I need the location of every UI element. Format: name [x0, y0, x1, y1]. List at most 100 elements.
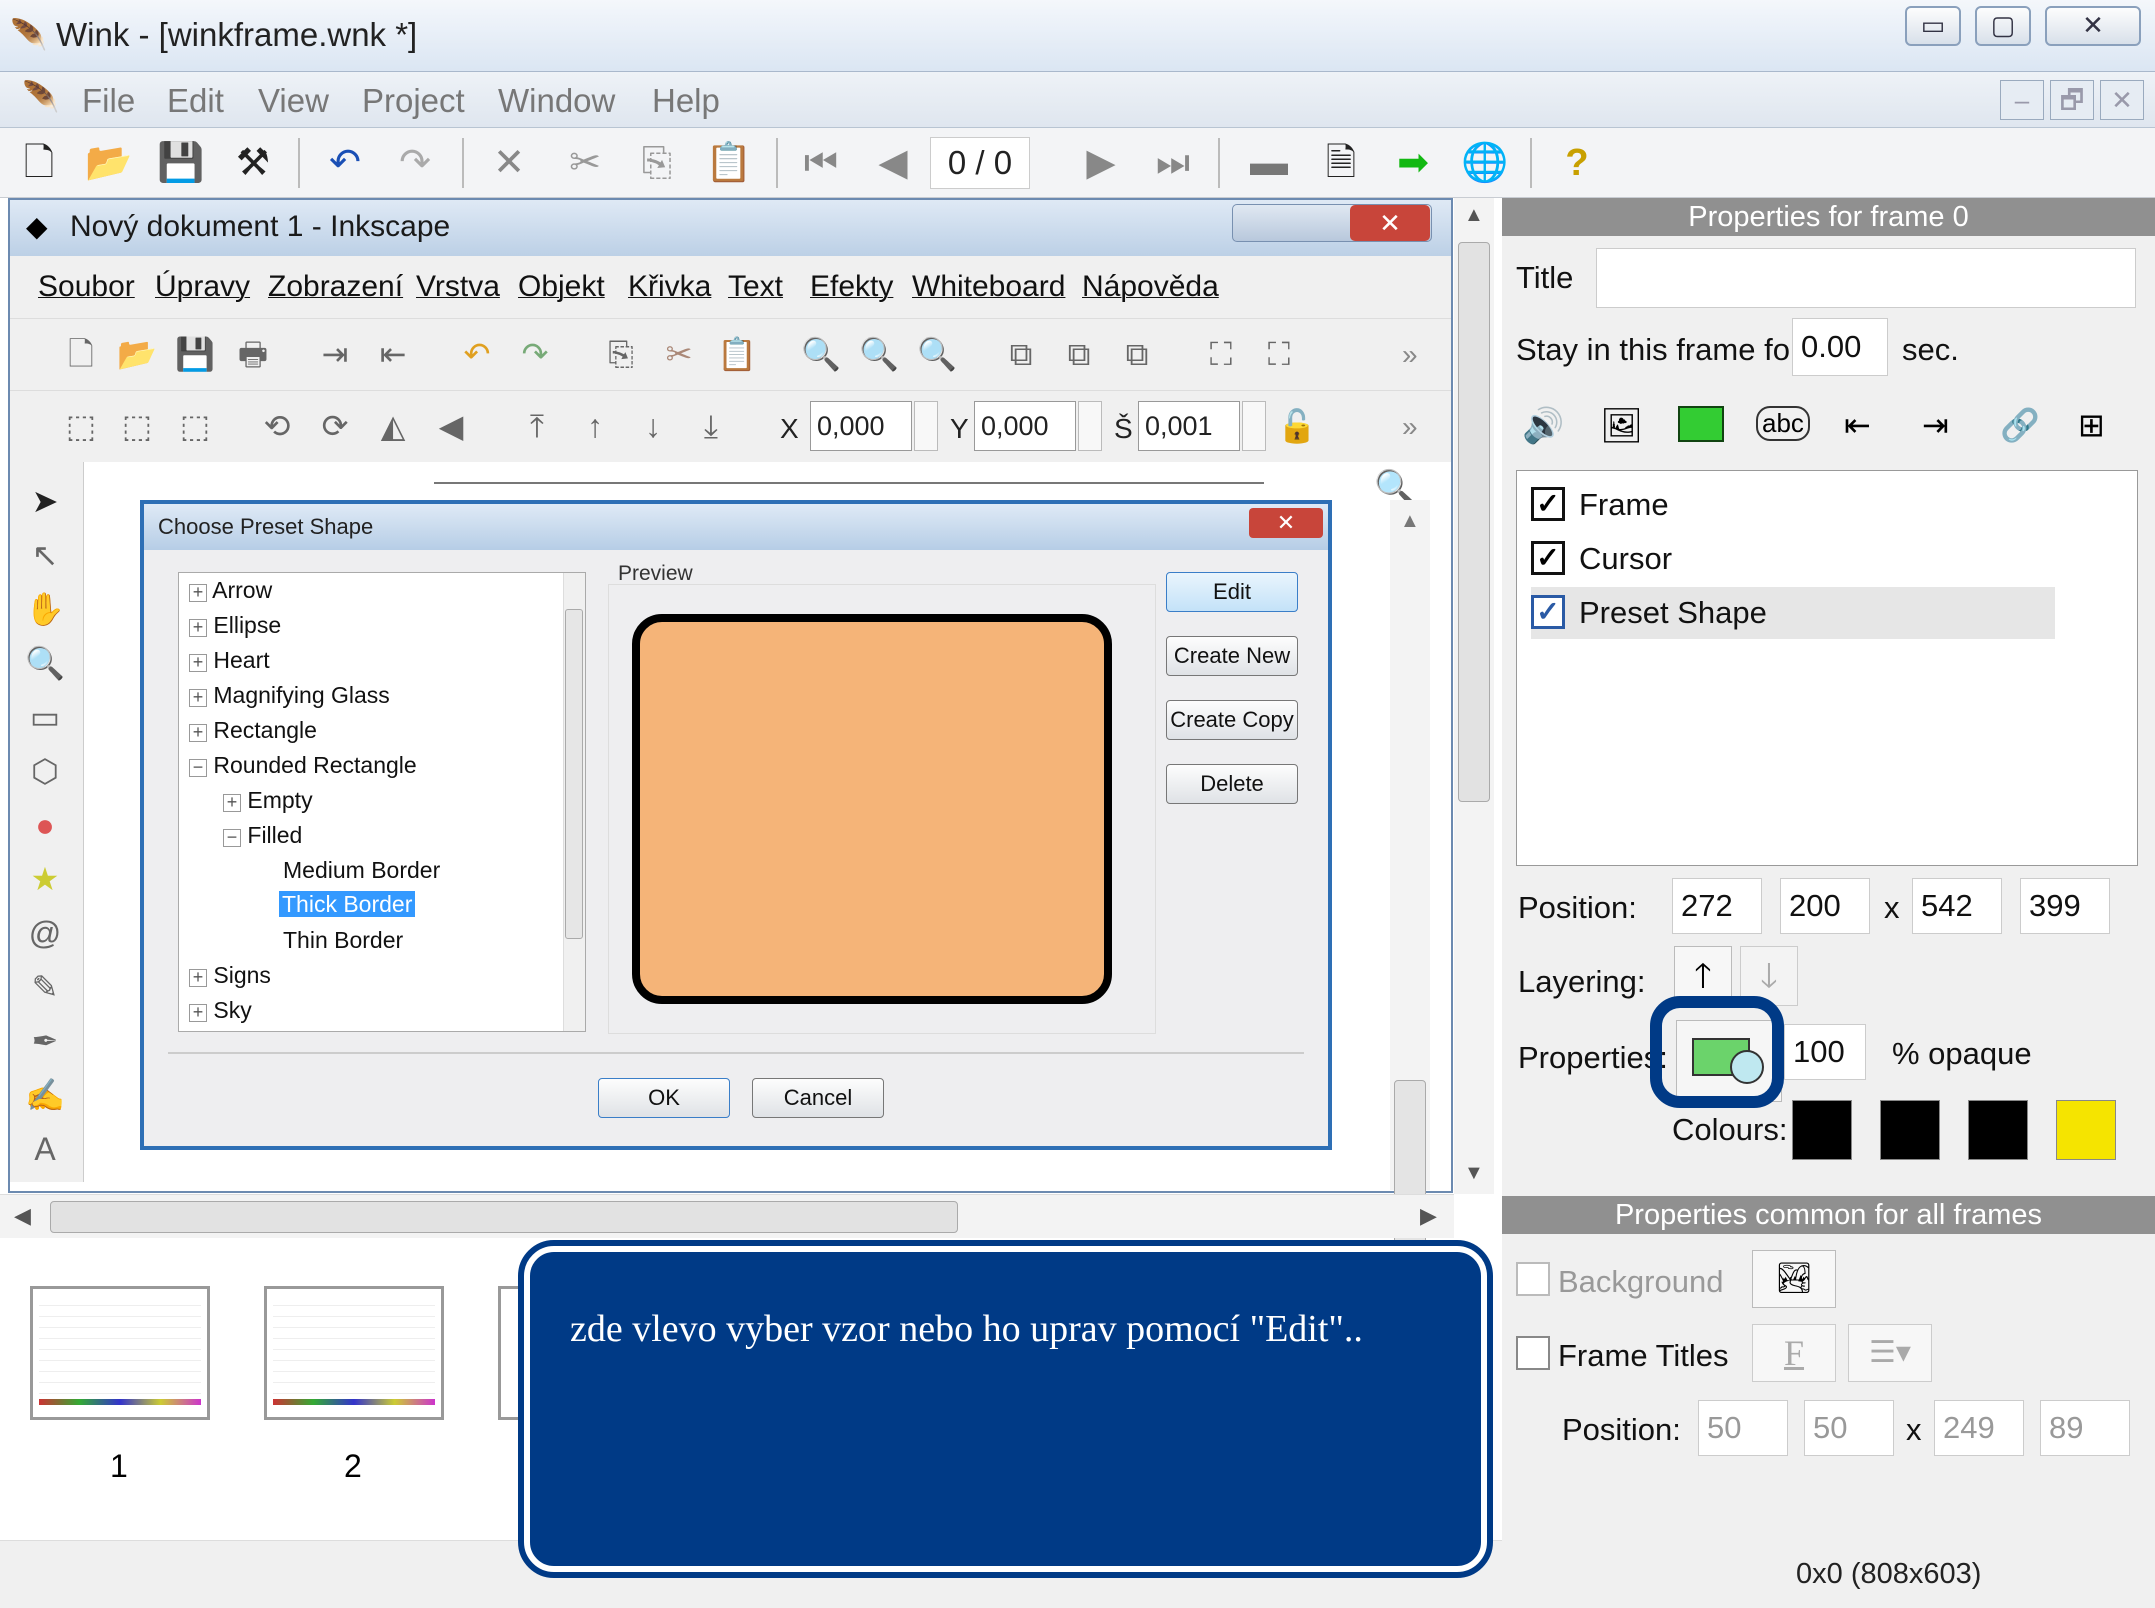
cursor-checkbox[interactable]: ✓: [1531, 541, 1565, 575]
next-frame-icon[interactable]: ▶: [1076, 138, 1126, 188]
close-button[interactable]: ✕: [2045, 6, 2141, 46]
preview-scroll-up-icon[interactable]: ▲: [1464, 204, 1484, 227]
ink-lower-bottom-icon: ⤓: [703, 408, 719, 444]
prev-frame-icon[interactable]: ◀: [868, 138, 918, 188]
position-width-input[interactable]: 542: [1912, 878, 2002, 934]
globe-icon[interactable]: 🌐: [1460, 138, 1510, 188]
tree-item-label: Empty: [247, 787, 313, 813]
add-prev-button-icon[interactable]: ⇤: [1844, 406, 1871, 444]
ink-cut-icon: ✂: [665, 336, 693, 372]
menu-project[interactable]: Project: [362, 82, 465, 120]
add-link-icon[interactable]: 🔗: [2000, 406, 2040, 444]
maximize-button[interactable]: ▢: [1975, 6, 2031, 46]
copy-icon[interactable]: ⎘: [632, 138, 682, 188]
undo-icon[interactable]: ↶: [320, 138, 370, 188]
position-height-input[interactable]: 399: [2020, 878, 2110, 934]
minimize-button[interactable]: ▭: [1905, 6, 1961, 46]
save-icon[interactable]: 💾: [156, 138, 206, 188]
opacity-input[interactable]: 100: [1784, 1024, 1866, 1080]
menu-help[interactable]: Help: [652, 82, 720, 120]
common-pos-height-input[interactable]: 89: [2040, 1400, 2130, 1456]
add-textbox-icon[interactable]: abc: [1756, 406, 1810, 441]
tree-item-rectangle: + Rectangle: [189, 717, 317, 744]
last-frame-icon[interactable]: ⏭: [1148, 138, 1198, 188]
ink-y-spinner: [1078, 401, 1102, 451]
ink-pencil-tool-icon: ✎: [31, 969, 59, 1005]
position-y-input[interactable]: 200: [1780, 878, 1870, 934]
ink-x-label: X: [780, 413, 799, 444]
add-sound-icon[interactable]: 🔊: [1522, 406, 1564, 446]
stay-unit: sec.: [1902, 332, 1959, 367]
ink-menu-vrstva: Vrstva: [416, 270, 500, 303]
preview-scroll-down-icon[interactable]: ▼: [1464, 1162, 1484, 1185]
common-pos-y-input[interactable]: 50: [1804, 1400, 1894, 1456]
font-button[interactable]: F: [1752, 1324, 1836, 1382]
ink-menu-krivka: Křivka: [628, 270, 712, 303]
document-check-icon[interactable]: 🗎: [1316, 138, 1366, 188]
colour-swatch-3[interactable]: [1968, 1100, 2028, 1160]
ink-rotate-ccw-icon: ⟲: [263, 408, 291, 444]
hscroll-thumb[interactable]: [50, 1201, 958, 1233]
title-input[interactable]: [1596, 248, 2136, 308]
ink-s-field: 0,001: [1138, 401, 1240, 451]
tree-item-ellipse: + Ellipse: [189, 612, 281, 639]
menu-window[interactable]: Window: [498, 82, 615, 120]
mdi-restore-button[interactable]: 🗗: [2050, 80, 2094, 120]
new-file-icon[interactable]: 🗋: [14, 138, 64, 188]
tree-item-label: Rounded Rectangle: [213, 752, 417, 778]
colour-swatch-4[interactable]: [2056, 1100, 2116, 1160]
mdi-minimize-button[interactable]: –: [2000, 80, 2044, 120]
list-item-preset-shape[interactable]: ✓ Preset Shape: [1531, 587, 2055, 639]
first-frame-icon[interactable]: ⏮: [796, 138, 846, 188]
mdi-close-button[interactable]: ✕: [2100, 80, 2144, 120]
common-pos-width-input[interactable]: 249: [1934, 1400, 2024, 1456]
hscroll-left-icon[interactable]: ◀: [14, 1203, 31, 1229]
wink-menu-icon[interactable]: 🪶: [22, 80, 59, 115]
add-next-button-icon[interactable]: ⇥: [1922, 406, 1949, 444]
background-checkbox[interactable]: [1516, 1262, 1550, 1296]
frame-thumbnail-2[interactable]: [264, 1286, 444, 1420]
paste-icon[interactable]: 📋: [704, 138, 754, 188]
dialog-divider: [168, 1052, 1304, 1054]
frame-checkbox[interactable]: ✓: [1531, 487, 1565, 521]
ink-zoom-out-icon: 🔍: [917, 336, 957, 372]
menu-file[interactable]: File: [82, 82, 135, 120]
background-image-button[interactable]: 🏞: [1752, 1250, 1836, 1308]
add-menu-icon[interactable]: ⊞: [2078, 406, 2105, 444]
vscroll-up-icon: ▲: [1400, 510, 1420, 532]
menu-edit[interactable]: Edit: [167, 82, 224, 120]
add-image-icon[interactable]: 🖼: [1600, 406, 1643, 446]
colour-swatch-2[interactable]: [1880, 1100, 1940, 1160]
align-dropdown[interactable]: ☰▾: [1848, 1324, 1932, 1382]
go-arrow-icon[interactable]: ➡: [1388, 138, 1438, 188]
ink-node-tool-icon: ↖: [31, 537, 59, 573]
ink-flip-v-icon: ◀: [438, 408, 464, 444]
preview-vscroll[interactable]: ▲ ▼: [1454, 198, 1494, 1194]
title-label: Title: [1516, 260, 1574, 295]
position-x-input[interactable]: 272: [1672, 878, 1762, 934]
ink-group-icon: ⛶: [1209, 336, 1233, 372]
frame-titles-checkbox[interactable]: [1516, 1336, 1550, 1370]
add-shape-icon[interactable]: [1678, 406, 1724, 442]
preview-hscroll[interactable]: ◀ ▶: [0, 1194, 1454, 1238]
preset-shape-checkbox[interactable]: ✓: [1531, 595, 1565, 629]
help-icon[interactable]: ?: [1552, 138, 1602, 188]
capture-icon[interactable]: ▬: [1244, 138, 1294, 188]
open-folder-icon[interactable]: 📂: [84, 138, 134, 188]
stay-duration-input[interactable]: 0.00: [1792, 318, 1888, 376]
common-pos-x-input[interactable]: 50: [1698, 1400, 1788, 1456]
delete-icon[interactable]: ✕: [484, 138, 534, 188]
redo-icon[interactable]: ↷: [390, 138, 440, 188]
menu-view[interactable]: View: [258, 82, 329, 120]
frame-thumbnail-1[interactable]: [30, 1286, 210, 1420]
expand-icon: +: [189, 653, 207, 672]
preview-scroll-thumb[interactable]: [1458, 242, 1490, 802]
colour-swatch-1[interactable]: [1792, 1100, 1852, 1160]
tree-item-empty: + Empty: [223, 787, 313, 814]
ink-new-icon: 🗋: [68, 336, 94, 372]
render-icon[interactable]: ⚒: [228, 138, 278, 188]
hscroll-right-icon[interactable]: ▶: [1420, 1203, 1437, 1229]
cut-icon[interactable]: ✂: [560, 138, 610, 188]
canvas-page-border: [434, 482, 1264, 484]
collapse-icon: −: [223, 828, 241, 847]
